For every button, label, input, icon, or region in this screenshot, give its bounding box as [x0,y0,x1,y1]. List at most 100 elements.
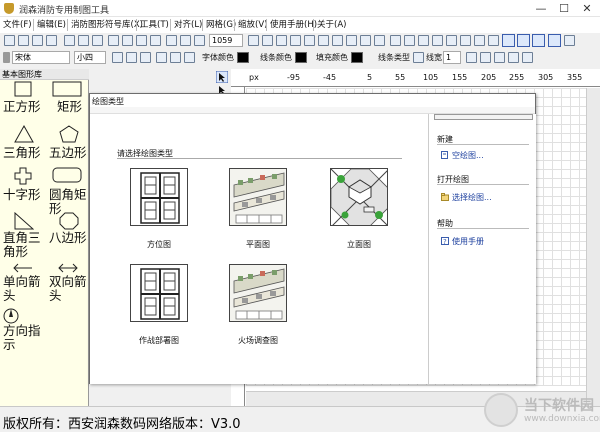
font-family-select[interactable]: 宋体 [12,51,70,64]
type-label: 方位图 [147,240,171,249]
text-align-center-icon[interactable] [170,52,181,63]
shape-octagon[interactable]: 八边形 [45,211,89,251]
single-arrow-icon [13,263,32,273]
undo-icon[interactable] [150,35,161,46]
align-center-icon[interactable] [318,35,329,46]
open-folder-icon[interactable] [18,35,29,46]
triangle-icon [14,125,34,143]
transparency-icon[interactable] [522,52,533,63]
fill-color-swatch[interactable] [351,52,363,63]
align-left-icon[interactable] [304,35,315,46]
app-window: 润森消防专用制图工具 — ☐ ✕ 文件(F) 编辑(E) 消防图形符号库(X) … [0,0,600,432]
menu-separator [33,19,34,31]
zoom-select[interactable]: 1059 [209,34,243,47]
same-width-icon[interactable] [418,35,429,46]
line-type-icon[interactable] [413,52,424,63]
grid-toggle[interactable] [548,34,561,47]
close-button[interactable]: ✕ [576,1,598,16]
font-color-swatch[interactable] [237,52,249,63]
align-top-icon[interactable] [346,35,357,46]
shape-right-triangle[interactable]: 直角三角形 [0,211,45,263]
menu-zoom[interactable]: 缩放(V) [238,18,267,32]
align-middle-icon[interactable] [360,35,371,46]
preview-icon[interactable] [46,35,57,46]
line-width-input[interactable]: 1 [443,51,461,64]
shape-rounded-rectangle[interactable]: 圆角矩形 [45,166,89,216]
line-end-icon[interactable] [494,52,505,63]
new-blank-label: 空绘图... [452,151,484,160]
shape-single-arrow[interactable]: 单向箭头 [0,263,45,313]
text-align-left-icon[interactable] [156,52,167,63]
open-select-link[interactable]: 选择绘图... [441,192,492,203]
shape-double-arrow[interactable]: 双向箭头 [45,263,89,313]
octagon-icon [59,212,79,230]
menu-tools[interactable]: 工具(T) [140,18,169,32]
fill-color-label: 填充颜色 [316,53,348,62]
bold-icon[interactable] [112,52,123,63]
new-file-icon[interactable] [4,35,15,46]
send-back-icon[interactable] [290,35,301,46]
underline-icon[interactable] [140,52,151,63]
italic-icon[interactable] [126,52,137,63]
rotate-icon[interactable] [460,35,471,46]
shape-square[interactable]: 正方形 [0,80,45,120]
view-mode-2-toggle[interactable] [517,34,530,47]
flip-icon[interactable] [474,35,485,46]
shape-pentagon[interactable]: 五边形 [45,123,89,163]
line-dash-icon[interactable] [466,52,477,63]
ungroup-icon[interactable] [262,35,273,46]
zoom-in-icon[interactable] [166,35,177,46]
select-arrow-icon[interactable] [216,71,228,83]
paste-icon[interactable] [92,35,103,46]
same-size-icon[interactable] [446,35,457,46]
same-height-icon[interactable] [432,35,443,46]
menu-align[interactable]: 对齐(L) [174,18,202,32]
location-map-icon [130,168,188,226]
shape-rectangle[interactable]: 矩形 [45,80,89,120]
new-blank-link[interactable]: 空绘图... [441,150,484,161]
text-align-right-icon[interactable] [184,52,195,63]
group-icon[interactable] [248,35,259,46]
line-color-swatch[interactable] [295,52,307,63]
bring-front-icon[interactable] [276,35,287,46]
zoom-out-icon[interactable] [180,35,191,46]
side-pane-scrollbar[interactable] [434,114,533,120]
line-start-icon[interactable] [480,52,491,63]
font-size-select[interactable]: 小四 [74,51,106,64]
shape-cross[interactable]: 十字形 [0,166,45,206]
ruler-tick: 355 [567,73,583,82]
vertical-scrollbar[interactable] [586,88,600,406]
help-manual-link[interactable]: ? 使用手册 [441,236,484,247]
ruler-tick: -95 [287,73,301,82]
right-triangle-icon [14,212,34,230]
distribute-h-icon[interactable] [390,35,401,46]
delete-icon[interactable] [136,35,147,46]
menu-file[interactable]: 文件(F) [3,18,32,32]
shape-triangle[interactable]: 三角形 [0,123,45,163]
horizontal-ruler: px -95 -45 5 55 105 155 205 255 305 355 [231,69,600,87]
menu-grid[interactable]: 网格(G) [206,18,236,32]
clipboard-icon[interactable] [122,35,133,46]
copy-icon[interactable] [78,35,89,46]
maximize-button[interactable]: ☐ [553,1,575,16]
minimize-button[interactable]: — [530,1,552,16]
shape-direction-indicator[interactable]: 方向指示 [0,307,45,359]
snap-icon[interactable] [564,35,575,46]
distribute-v-icon[interactable] [404,35,415,46]
cut-icon[interactable] [108,35,119,46]
menu-about[interactable]: 关于(A) [317,18,346,32]
menu-manual[interactable]: 使用手册(H) [270,18,317,32]
save-icon[interactable] [64,35,75,46]
watermark-logo-icon [484,393,518,427]
menu-fire-symbols[interactable]: 消防图形符号库(X) [71,18,143,32]
print-icon[interactable] [32,35,43,46]
pentagon-icon [59,125,79,143]
view-mode-1-toggle[interactable] [502,34,515,47]
menu-edit[interactable]: 编辑(E) [37,18,66,32]
shadow-icon[interactable] [508,52,519,63]
align-bottom-icon[interactable] [374,35,385,46]
zoom-fit-icon[interactable] [194,35,205,46]
view-mode-3-toggle[interactable] [532,34,545,47]
align-right-icon[interactable] [332,35,343,46]
mirror-icon[interactable] [488,35,499,46]
